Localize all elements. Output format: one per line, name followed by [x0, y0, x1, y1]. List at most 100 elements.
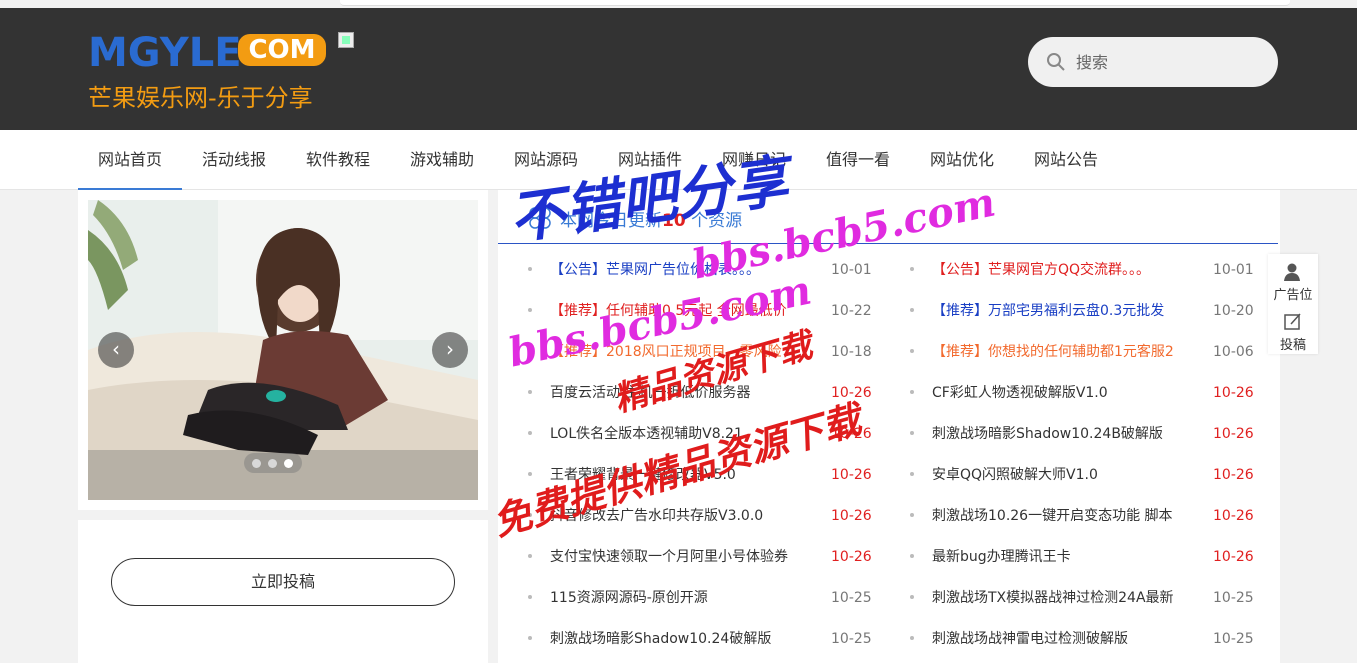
news-title[interactable]: 【推荐】任何辅助0.5元起 全网最低价: [550, 300, 787, 322]
news-title[interactable]: 王者荣耀背景一键修改器V5.0: [550, 464, 736, 486]
bullet-icon: [528, 308, 532, 312]
slider-next-button[interactable]: ›: [432, 332, 468, 368]
bullet-icon: [910, 595, 914, 599]
nav-item-home[interactable]: 网站首页: [78, 130, 182, 190]
news-item[interactable]: 百度云活动 主机一折低价服务器 10-26: [528, 382, 888, 404]
submit-panel: 立即投稿: [78, 520, 488, 663]
bullet-icon: [910, 390, 914, 394]
nav-item-worth-seeing[interactable]: 值得一看: [806, 130, 910, 190]
ad-space-label: 广告位: [1273, 288, 1313, 303]
news-title[interactable]: 刺激战场暗影Shadow10.24B破解版: [932, 423, 1163, 445]
news-title[interactable]: 115资源网源码-原创开源: [550, 587, 708, 609]
news-title[interactable]: 【推荐】万部宅男福利云盘0.3元批发: [932, 300, 1164, 322]
bullet-icon: [528, 431, 532, 435]
top-scroll-bar: [340, 0, 1290, 6]
news-title[interactable]: 【公告】芒果网官方QQ交流群。。。: [932, 259, 1150, 281]
news-item[interactable]: 刺激战场暗影Shadow10.24破解版 10-25: [528, 628, 888, 650]
news-heading: 本网今日更新10 个资源: [560, 211, 743, 231]
news-title[interactable]: 刺激战场10.26一键开启变态功能 脚本: [932, 505, 1173, 527]
news-date: 10-25: [831, 631, 872, 647]
bullet-icon: [528, 472, 532, 476]
news-date: 10-26: [831, 426, 872, 442]
slider-prev-button[interactable]: ‹: [98, 332, 134, 368]
slider-dot-1[interactable]: [252, 459, 261, 468]
news-item[interactable]: 最新bug办理腾讯王卡 10-26: [910, 546, 1270, 568]
news-date: 10-25: [1213, 631, 1254, 647]
ad-space-tool[interactable]: 广告位: [1268, 254, 1318, 304]
news-title[interactable]: 刺激战场暗影Shadow10.24破解版: [550, 628, 771, 650]
nav-item-software[interactable]: 软件教程: [286, 130, 390, 190]
news-title[interactable]: 刺激战场战神雷电过检测破解版: [932, 628, 1128, 650]
submit-post-button[interactable]: 立即投稿: [111, 558, 455, 606]
submit-tool[interactable]: 投稿: [1268, 304, 1318, 354]
news-title[interactable]: 百度云活动 主机一折低价服务器: [550, 382, 750, 404]
nav-item-plugins[interactable]: 网站插件: [598, 130, 702, 190]
nav-item-activity[interactable]: 活动线报: [182, 130, 286, 190]
news-title[interactable]: 最新bug办理腾讯王卡: [932, 546, 1071, 568]
bullet-icon: [528, 349, 532, 353]
nav-item-source-code[interactable]: 网站源码: [494, 130, 598, 190]
bullet-icon: [528, 267, 532, 271]
news-item[interactable]: 【推荐】2018风口正规项目，零风险 10-18: [528, 341, 888, 363]
bullet-icon: [910, 267, 914, 271]
news-date: 10-26: [1213, 426, 1254, 442]
news-date: 10-20: [1213, 303, 1254, 319]
news-item[interactable]: LOL佚名全版本透视辅助V8.21 10-26: [528, 423, 888, 445]
news-title[interactable]: 安卓QQ闪照破解大师V1.0: [932, 464, 1098, 486]
news-panel: 本网今日更新10 个资源 【公告】芒果网广告位价格表。。。 10-01 【推荐】任何…: [498, 190, 1280, 663]
news-date: 10-01: [1213, 262, 1254, 278]
news-item[interactable]: 刺激战场战神雷电过检测破解版 10-25: [910, 628, 1270, 650]
image-slider: ‹ ›: [78, 190, 488, 510]
news-item[interactable]: 刺激战场10.26一键开启变态功能 脚本 10-26: [910, 505, 1270, 527]
news-item[interactable]: 【推荐】你想找的任何辅助都1元客服2 10-06: [910, 341, 1270, 363]
news-title[interactable]: 刺激战场TX模拟器战神过检测24A最新: [932, 587, 1174, 609]
news-item[interactable]: 王者荣耀背景一键修改器V5.0 10-26: [528, 464, 888, 486]
bullet-icon: [528, 595, 532, 599]
news-item[interactable]: 115资源网源码-原创开源 10-25: [528, 587, 888, 609]
news-title[interactable]: 【推荐】2018风口正规项目，零风险: [550, 341, 782, 363]
search-box[interactable]: [1028, 37, 1278, 87]
search-input[interactable]: [1076, 47, 1256, 77]
news-date: 10-22: [831, 303, 872, 319]
news-item[interactable]: 刺激战场TX模拟器战神过检测24A最新 10-25: [910, 587, 1270, 609]
bullet-icon: [910, 308, 914, 312]
news-item[interactable]: 抖音修改去广告水印共存版V3.0.0 10-26: [528, 505, 888, 527]
news-item[interactable]: CF彩虹人物透视破解版V1.0 10-26: [910, 382, 1270, 404]
news-title[interactable]: CF彩虹人物透视破解版V1.0: [932, 382, 1108, 404]
news-date: 10-26: [1213, 467, 1254, 483]
news-title[interactable]: LOL佚名全版本透视辅助V8.21: [550, 423, 743, 445]
nav-item-seo[interactable]: 网站优化: [910, 130, 1014, 190]
bullet-icon: [910, 636, 914, 640]
news-item[interactable]: 【推荐】任何辅助0.5元起 全网最低价 10-22: [528, 300, 888, 322]
news-header: 本网今日更新10 个资源: [498, 190, 1278, 244]
bullet-icon: [528, 554, 532, 558]
nav-item-announcements[interactable]: 网站公告: [1014, 130, 1118, 190]
news-item[interactable]: 【推荐】万部宅男福利云盘0.3元批发 10-20: [910, 300, 1270, 322]
nav-item-game-assist[interactable]: 游戏辅助: [390, 130, 494, 190]
bullet-icon: [910, 349, 914, 353]
slider-dot-2[interactable]: [268, 459, 277, 468]
news-item[interactable]: 安卓QQ闪照破解大师V1.0 10-26: [910, 464, 1270, 486]
bullet-icon: [528, 390, 532, 394]
logo-slogan: 芒果娱乐网-乐于分享: [88, 84, 313, 112]
bullet-icon: [528, 636, 532, 640]
logo-text: MGYLE: [88, 30, 242, 76]
news-title[interactable]: 【推荐】你想找的任何辅助都1元客服2: [932, 341, 1174, 363]
news-date: 10-01: [831, 262, 872, 278]
news-title[interactable]: 抖音修改去广告水印共存版V3.0.0: [550, 505, 763, 527]
broken-image-icon: [338, 32, 354, 48]
news-title[interactable]: 【公告】芒果网广告位价格表。。。: [550, 259, 760, 281]
main-nav: 网站首页 活动线报 软件教程 游戏辅助 网站源码 网站插件 网赚日记 值得一看 …: [0, 130, 1357, 190]
news-item[interactable]: 支付宝快速领取一个月阿里小号体验券 10-26: [528, 546, 888, 568]
news-date: 10-26: [831, 508, 872, 524]
news-date: 10-18: [831, 344, 872, 360]
news-date: 10-25: [831, 590, 872, 606]
news-item[interactable]: 【公告】芒果网官方QQ交流群。。。 10-01: [910, 259, 1270, 281]
site-logo[interactable]: MGYLE COM 芒果娱乐网-乐于分享: [88, 30, 338, 112]
news-item[interactable]: 【公告】芒果网广告位价格表。。。 10-01: [528, 259, 888, 281]
slider-dots: [244, 453, 302, 473]
news-item[interactable]: 刺激战场暗影Shadow10.24B破解版 10-26: [910, 423, 1270, 445]
nav-item-earning-diary[interactable]: 网赚日记: [702, 130, 806, 190]
news-title[interactable]: 支付宝快速领取一个月阿里小号体验券: [550, 546, 788, 568]
slider-dot-3-active[interactable]: [284, 459, 293, 468]
